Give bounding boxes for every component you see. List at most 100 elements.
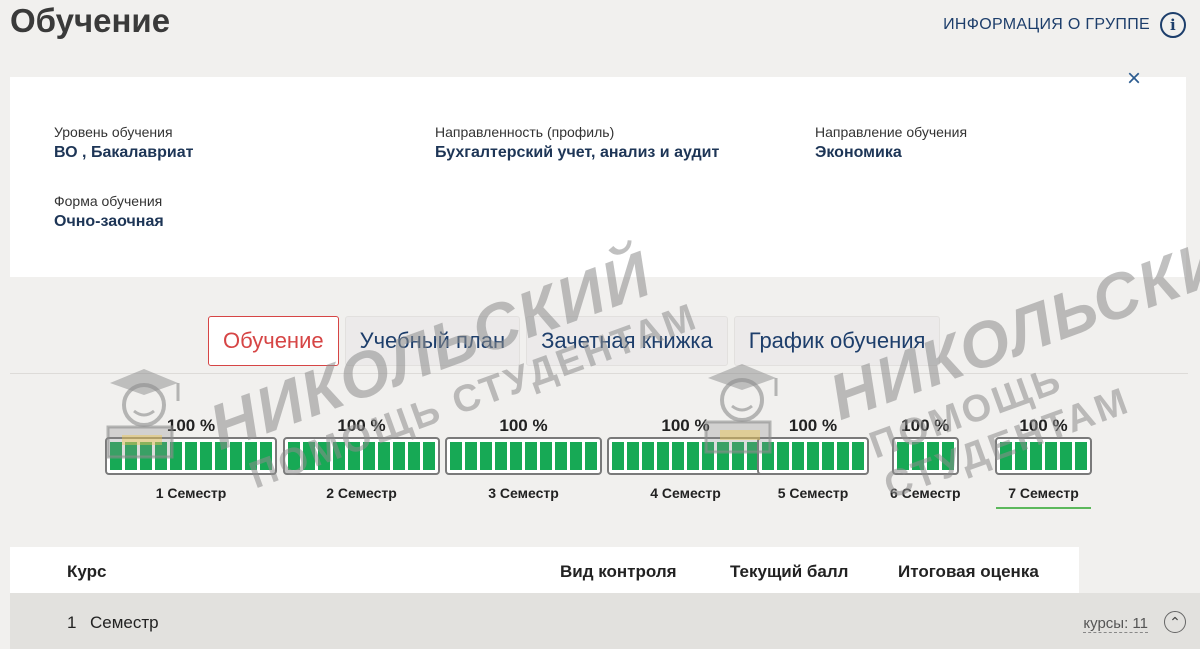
progress-segment [1030,442,1042,470]
level-label: Уровень обучения [54,124,173,140]
semester-group-row[interactable]: 1 Семестр курсы: 11 ⌃ [10,593,1200,649]
progress-segment [570,442,582,470]
semester-progress-bar [995,437,1092,475]
progress-segment [852,442,864,470]
semester-progress-bar [105,437,277,475]
profile-label: Направленность (профиль) [435,124,615,140]
semester-4[interactable]: 100 % 4 Семестр [607,416,764,501]
tab-record-book[interactable]: Зачетная книжка [526,316,728,366]
progress-segment [540,442,552,470]
progress-segment [702,442,714,470]
profile-field: Направленность (профиль) Бухгалтерский у… [435,124,719,162]
progress-segment [245,442,257,470]
progress-segment [612,442,624,470]
progress-segment [215,442,227,470]
progress-segment [777,442,789,470]
progress-segment [140,442,152,470]
semester-label: 5 Семестр [777,485,849,501]
progress-segment [525,442,537,470]
semester-percent: 100 % [1019,416,1068,435]
direction-value: Экономика [815,144,902,161]
semester-7[interactable]: 100 % 7 Семестр [995,416,1092,509]
progress-segment [495,442,507,470]
progress-segment [672,442,684,470]
semester-1[interactable]: 100 % 1 Семестр [105,416,277,501]
progress-segment [555,442,567,470]
group-info-label: ИНФОРМАЦИЯ О ГРУППЕ [943,16,1150,33]
expand-icon[interactable]: ⌃ [1164,611,1186,633]
progress-segment [941,442,954,470]
progress-segment [348,442,360,470]
column-current-score: Текущий балл [730,562,849,581]
progress-segment [260,442,272,470]
semester-label: 7 Семестр [1008,485,1079,501]
progress-segment [1060,442,1072,470]
progress-segment [303,442,315,470]
progress-segment [642,442,654,470]
form-label: Форма обучения [54,193,163,209]
progress-segment [200,442,212,470]
courses-table-header: Курс Вид контроля Текущий балл Итоговая … [10,547,1079,593]
info-circle-icon[interactable]: i [1160,12,1186,38]
progress-segment [1015,442,1027,470]
tab-schedule[interactable]: График обучения [733,316,941,366]
progress-segment [423,442,435,470]
progress-segment [408,442,420,470]
semester-6[interactable]: 100 % 6 Семестр [890,416,961,501]
progress-segment [510,442,522,470]
level-value: ВО , Бакалавриат [54,144,194,161]
progress-segment [687,442,699,470]
courses-count-link[interactable]: курсы: 11 [1083,615,1148,633]
progress-segment [1000,442,1012,470]
progress-segment [657,442,669,470]
tab-education[interactable]: Обучение [208,316,339,366]
semester-progress-bar [445,437,602,475]
group-info-link[interactable]: ИНФОРМАЦИЯ О ГРУППЕ i [943,12,1186,38]
education-info-card: × Уровень обучения ВО , Бакалавриат Напр… [10,67,1186,277]
semester-progress-bar [607,437,764,475]
semester-group-label: Семестр [90,613,159,632]
page-title: Обучение [10,2,171,39]
progress-segment [585,442,597,470]
profile-value: Бухгалтерский учет, анализ и аудит [435,144,720,161]
progress-segment [170,442,182,470]
progress-segment [762,442,774,470]
semester-percent: 100 % [499,416,548,435]
progress-segment [926,442,939,470]
semester-3[interactable]: 100 % 3 Семестр [445,416,602,501]
progress-segment [110,442,122,470]
semester-5[interactable]: 100 % 5 Семестр [757,416,869,501]
tab-study-plan[interactable]: Учебный план [344,316,521,366]
semester-label: 2 Семестр [326,485,397,501]
column-final-grade: Итоговая оценка [898,562,1039,581]
semester-percent: 100 % [166,416,216,435]
progress-segment [155,442,167,470]
progress-segment [837,442,849,470]
form-value: Очно-заочная [54,213,164,230]
form-field: Форма обучения Очно-заочная [54,193,164,231]
semester-label: 6 Семестр [890,485,961,501]
progress-segment [363,442,375,470]
progress-segment [450,442,462,470]
semester-2[interactable]: 100 % 2 Семестр [283,416,440,501]
semester-label: 4 Семестр [650,485,721,501]
semester-progress-bar [283,437,440,475]
column-control-type: Вид контроля [560,562,677,581]
progress-segment [732,442,744,470]
close-icon[interactable]: × [1122,67,1146,91]
progress-segment [911,442,924,470]
progress-segment [318,442,330,470]
progress-segment [807,442,819,470]
semester-progress-bar [757,437,869,475]
semester-percent: 100 % [337,416,386,435]
progress-segment [480,442,492,470]
tabs-divider [10,373,1188,374]
semester-group-number: 1 [67,613,77,632]
progress-segment [125,442,137,470]
semester-percent: 100 % [901,416,950,435]
level-field: Уровень обучения ВО , Бакалавриат [54,124,193,162]
progress-segment [288,442,300,470]
progress-segment [1075,442,1087,470]
direction-label: Направление обучения [815,124,968,140]
column-course: Курс [67,562,107,581]
